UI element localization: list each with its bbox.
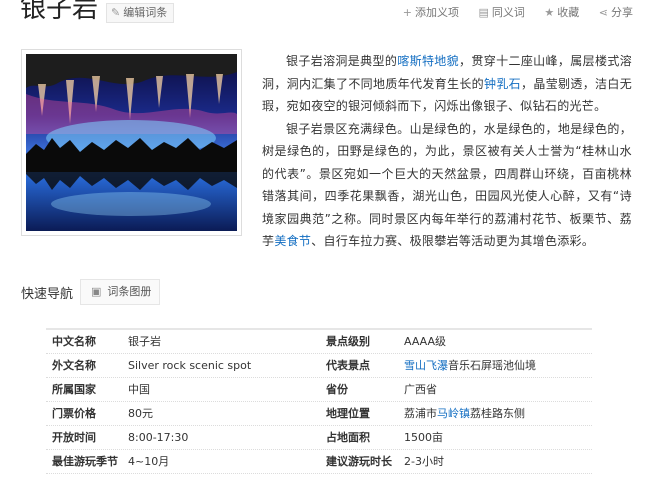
table-row: 外文名称 Silver rock scenic spot 代表景点 雪山飞瀑音乐… [46,354,592,378]
intro-text: 银子岩溶洞是典型的喀斯特地貌，贯穿十二座山峰，属层楼式溶洞，洞内汇集了不同地质年… [262,50,632,253]
table-row: 中文名称 银子岩 景点级别 AAAA级 [46,330,592,354]
field-value: 广西省 [404,378,437,401]
field-name: 景点级别 [326,335,370,348]
entry-link[interactable]: 马岭镇 [437,407,470,420]
field-value: 1500亩 [404,426,443,449]
text-run: 4~10月 [128,455,170,468]
text-run: 银子岩溶洞是典型的 [286,54,398,68]
synonym-button[interactable]: ▤ 同义词 [479,6,525,19]
album-label: 词条图册 [107,285,152,298]
text-run: 广西省 [404,383,437,396]
text-run: Silver rock scenic spot [128,359,252,372]
synonym-icon: ▤ [478,6,489,19]
edit-entry-label: 编辑词条 [123,6,168,19]
plus-icon: + [402,6,412,19]
cave-photo[interactable] [26,54,237,231]
entry-link[interactable]: 美食节 [274,234,311,248]
album-icon: ▣ [91,285,102,298]
table-row: 门票价格 80元 地理位置 荔浦市马岭镇荔桂路东侧 [46,402,592,426]
field-value: 2-3小时 [404,450,444,473]
add-sense-button[interactable]: + 添加义项 [403,6,459,19]
field-value: 4~10月 [128,450,169,473]
entry-actions: + 添加义项 ▤ 同义词 ★ 收藏 ⋖ 分享 [387,4,633,20]
field-name: 外文名称 [52,359,96,372]
field-name: 建议游玩时长 [326,455,392,468]
text-run: 荔浦市 [404,407,437,420]
table-row: 开放时间 8:00-17:30 占地面积 1500亩 [46,426,592,450]
intro-paragraph-1: 银子岩溶洞是典型的喀斯特地貌，贯穿十二座山峰，属层楼式溶洞，洞内汇集了不同地质年… [262,50,632,118]
quick-nav-label: 快速导航 [21,287,74,302]
text-run: 8:00-17:30 [128,431,189,444]
favorite-button[interactable]: ★ 收藏 [544,6,579,19]
field-value: 雪山飞瀑音乐石屏瑶池仙境 [404,354,536,377]
field-name: 省份 [326,383,348,396]
field-value: 80元 [128,402,153,425]
page-title: 银子岩 [20,0,99,24]
text-run: 1500亩 [404,431,443,444]
text-run: 音乐石屏瑶池仙境 [448,359,536,372]
field-name: 占地面积 [326,431,370,444]
favorite-label: 收藏 [557,6,580,19]
share-label: 分享 [611,6,633,19]
synonym-label: 同义词 [491,6,525,19]
text-run: 荔桂路东侧 [470,407,525,420]
share-button[interactable]: ⋖ 分享 [599,6,633,19]
field-name: 所属国家 [52,383,96,396]
field-value: AAAA级 [404,330,446,353]
share-icon: ⋖ [598,6,608,19]
info-table: 中文名称 银子岩 景点级别 AAAA级 外文名称 Silver rock sce… [46,328,592,474]
text-run: 中国 [128,383,150,396]
field-name: 门票价格 [52,407,96,420]
entry-link[interactable]: 喀斯特地貌 [397,54,459,68]
field-value: 中国 [128,378,150,401]
text-run: 2-3小时 [404,455,444,468]
pencil-icon: ✎ [111,6,121,19]
album-button[interactable]: ▣ 词条图册 [80,279,160,305]
text-run: 银子岩景区充满绿色。山是绿色的，水是绿色的，地是绿色的，树是绿色的，田野是绿色的… [262,121,632,249]
text-run: AAAA级 [404,335,447,348]
field-name: 开放时间 [52,431,96,444]
field-value: Silver rock scenic spot [128,354,251,377]
intro-paragraph-2: 银子岩景区充满绿色。山是绿色的，水是绿色的，地是绿色的，树是绿色的，田野是绿色的… [262,118,632,253]
field-name: 最佳游玩季节 [52,455,118,468]
field-name: 中文名称 [52,335,96,348]
edit-entry-button[interactable]: ✎ 编辑词条 [106,3,175,23]
field-name: 代表景点 [326,359,370,372]
add-sense-label: 添加义项 [415,6,459,19]
text-run: 、自行车拉力赛、极限攀岩等活动更为其增色添彩。 [311,234,595,248]
field-value: 荔浦市马岭镇荔桂路东侧 [404,402,525,425]
field-name: 地理位置 [326,407,370,420]
entry-link[interactable]: 雪山飞瀑 [404,359,448,372]
table-row: 最佳游玩季节 4~10月 建议游玩时长 2-3小时 [46,450,592,474]
field-value: 银子岩 [128,330,161,353]
text-run: 80元 [128,407,153,420]
star-icon: ★ [544,6,555,19]
cave-photo-frame[interactable] [21,49,242,236]
text-run: 银子岩 [128,335,161,348]
field-value: 8:00-17:30 [128,426,188,449]
table-row: 所属国家 中国 省份 广西省 [46,378,592,402]
entry-link[interactable]: 钟乳石 [484,77,521,91]
entry-header: 银子岩 ✎ 编辑词条 + 添加义项 ▤ 同义词 ★ 收藏 ⋖ 分享 [0,0,651,24]
